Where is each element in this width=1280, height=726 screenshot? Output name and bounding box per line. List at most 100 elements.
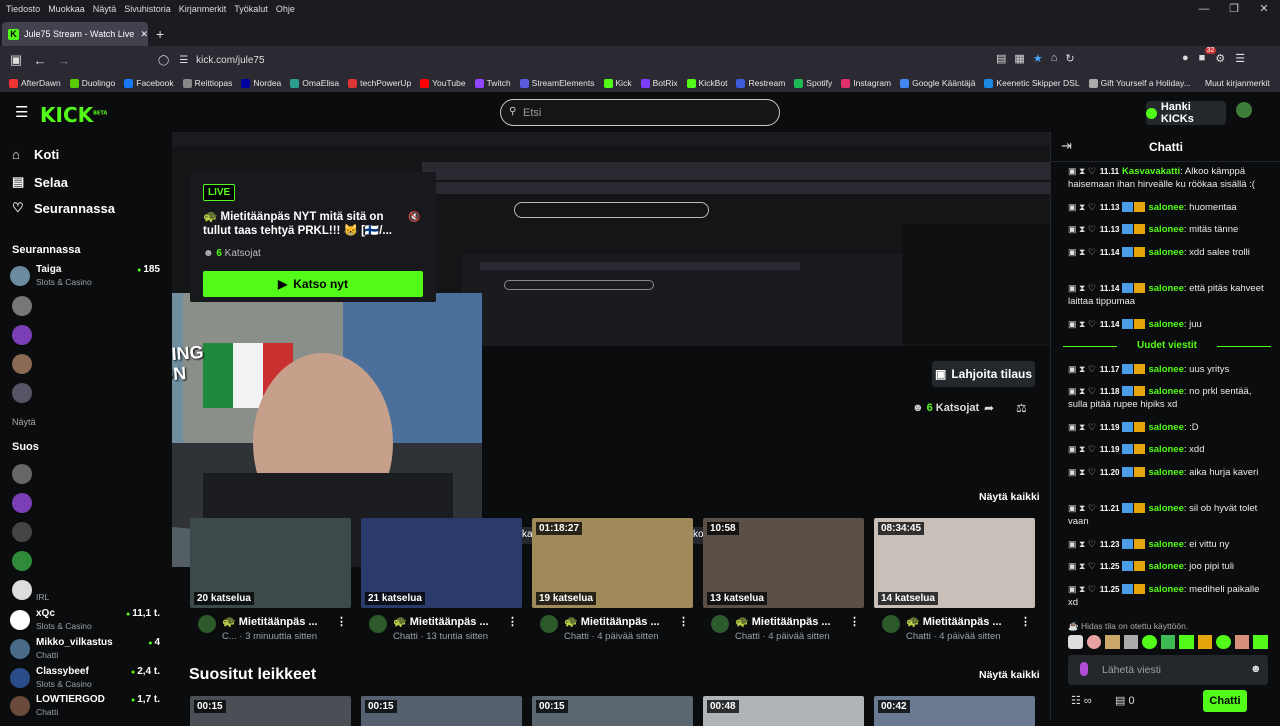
message-actions-icon[interactable]: ▣ ⧗ ♡ (1068, 467, 1096, 477)
bookmark-item[interactable]: KickBot (686, 78, 727, 88)
close-tab-icon[interactable]: ✕ (140, 29, 148, 40)
more-bookmarks-folder[interactable]: Muut kirjanmerkit (1205, 78, 1270, 88)
close-window-icon[interactable]: ✕ (1244, 0, 1280, 18)
message-actions-icon[interactable]: ▣ ⧗ ♡ (1068, 364, 1096, 374)
menu-item[interactable]: Tiedosto (6, 4, 40, 14)
emote-icon[interactable] (1216, 635, 1231, 649)
bookmark-item[interactable]: Duolingo (69, 78, 115, 88)
sidebar-channel-xqc[interactable]: xQc Slots & Casino 11,1 t. (10, 608, 160, 634)
message-actions-icon[interactable]: ▣ ⧗ ♡ (1068, 584, 1096, 594)
chat-message[interactable]: ▣ ⧗ ♡ 11.21 salonee: sil ob hyvät tolet va… (1068, 502, 1268, 528)
emote-icon[interactable] (1179, 635, 1194, 649)
video-title[interactable]: 🐢 Mietitäänpäs ... (735, 615, 831, 628)
bookmark-item[interactable]: Instagram (841, 78, 891, 88)
sidebar-channel-mikko[interactable]: Mikko_vilkastus Chatti 4 (10, 637, 160, 663)
live-preview-card[interactable]: LIVE 🐢 Mietitäänpäs NYT mitä sitä on tul… (190, 172, 436, 302)
clip-thumbnail[interactable]: 00:15 (532, 696, 693, 726)
avatar[interactable] (12, 383, 32, 403)
message-actions-icon[interactable]: ▣ ⧗ ♡ (1068, 444, 1096, 454)
message-username[interactable]: salonee (1148, 539, 1183, 550)
watch-now-button[interactable]: ▶ Katso nyt (203, 271, 423, 297)
bookmark-item[interactable]: Reittiopas (182, 78, 232, 88)
bookmark-item[interactable]: BotRix (640, 78, 678, 88)
reader-view-icon[interactable]: ▤ (996, 52, 1006, 65)
users-icon[interactable]: ☷ ∞ (1071, 694, 1092, 707)
bookmark-item[interactable]: YouTube (420, 78, 466, 88)
emote-icon[interactable] (1234, 635, 1250, 649)
chat-message[interactable]: ▣ ⧗ ♡ 11.23 salonee: ei vittu ny (1068, 538, 1268, 551)
chat-message[interactable]: ▣ ⧗ ♡ 11.19 salonee: xdd (1068, 443, 1268, 456)
videos-see-all-link[interactable]: Näytä kaikki (979, 491, 1040, 503)
tracking-shield-icon[interactable]: ◯ (158, 55, 169, 66)
message-actions-icon[interactable]: ▣ ⧗ ♡ (1068, 503, 1096, 513)
message-actions-icon[interactable]: ▣ ⧗ ♡ (1068, 386, 1096, 396)
nav-browse[interactable]: ▤ Selaa (12, 174, 68, 190)
home-icon[interactable]: ⌂ (1051, 52, 1058, 65)
message-actions-icon[interactable]: ▣ ⧗ ♡ (1068, 247, 1096, 257)
menu-item[interactable]: Näytä (93, 4, 117, 14)
chat-message[interactable]: ▣ ⧗ ♡ 11.14 salonee: että pitäs kahveet la… (1068, 282, 1268, 308)
avatar[interactable] (12, 354, 32, 374)
menu-hamburger-icon[interactable]: ☰ (15, 103, 28, 121)
video-thumbnail[interactable]: 21 katselua (361, 518, 522, 608)
get-kicks-button[interactable]: Hanki KICKs (1146, 101, 1226, 125)
chat-message[interactable]: ▣ ⧗ ♡ 11.20 salonee: aika hurja kaveri (1068, 466, 1268, 479)
bookmark-item[interactable]: StreamElements (519, 78, 595, 88)
emoji-picker-icon[interactable]: ☻ (1250, 663, 1262, 675)
sidebar-toggle-icon[interactable]: ▣ (4, 52, 28, 68)
message-actions-icon[interactable]: ▣ ⧗ ♡ (1068, 422, 1096, 432)
bookmark-item[interactable]: OmaElisa (290, 78, 339, 88)
message-actions-icon[interactable]: ▣ ⧗ ♡ (1068, 224, 1096, 234)
nav-following[interactable]: ♡ Seurannassa (12, 200, 115, 216)
video-options-icon[interactable]: ⋮ (507, 615, 518, 628)
video-thumbnail[interactable]: 08:34:45 14 katselua (874, 518, 1035, 608)
emote-icon[interactable] (1068, 635, 1083, 649)
muted-icon[interactable]: 🔇 (408, 212, 420, 223)
back-icon[interactable]: ← (28, 53, 52, 68)
bookmark-item[interactable]: Google Kääntäjä (900, 78, 975, 88)
url-bar[interactable]: ◯ ☰ kick.com/jule75 (150, 50, 1070, 70)
chat-message[interactable]: ▣ ⧗ ♡ 11.13 salonee: mitäs tänne (1068, 223, 1268, 236)
emote-icon[interactable] (1197, 635, 1213, 649)
browser-tab[interactable]: K Jule75 Stream - Watch Live on K ✕ (2, 22, 148, 46)
avatar[interactable] (12, 551, 32, 571)
message-username[interactable]: salonee (1148, 224, 1183, 235)
video-channel-avatar[interactable] (882, 615, 900, 633)
menu-item[interactable]: Sivuhistoria (124, 4, 171, 14)
video-title[interactable]: 🐢 Mietitäänpäs ... (564, 615, 660, 628)
user-avatar[interactable] (1236, 102, 1252, 118)
chat-message[interactable]: ▣ ⧗ ♡ 11.18 salonee: no prkl sentää, sulla… (1068, 385, 1268, 411)
message-username[interactable]: salonee (1148, 202, 1183, 213)
sidebar-channel-taiga[interactable]: Taiga Slots & Casino 185 (10, 264, 160, 290)
message-actions-icon[interactable]: ▣ ⧗ ♡ (1068, 283, 1096, 293)
reload-icon[interactable]: ↻ (1065, 52, 1074, 65)
video-thumbnail[interactable]: 20 katselua (190, 518, 351, 608)
clip-thumbnail[interactable]: 00:15 (190, 696, 351, 726)
video-title[interactable]: 🐢 Mietitäänpäs ... (222, 615, 318, 628)
chat-message[interactable]: ▣ ⧗ ♡ 11.17 salonee: uus yritys (1068, 363, 1268, 376)
message-username[interactable]: salonee (1148, 444, 1183, 455)
sidebar-channel-classybeef[interactable]: Classybeef Slots & Casino 2,4 t. (10, 666, 160, 692)
sidebar-channel-lowtiergod[interactable]: LOWTIERGOD Chatti 1,7 t. (10, 694, 160, 720)
emote-icon[interactable] (1142, 635, 1157, 649)
emote-icon[interactable] (1253, 635, 1269, 649)
menu-item[interactable]: Kirjanmerkit (179, 4, 227, 14)
bookmark-item[interactable]: Restream (736, 78, 785, 88)
avatar[interactable] (12, 464, 32, 484)
new-tab-icon[interactable]: + (156, 26, 164, 42)
video-thumbnail[interactable]: 01:18:27 19 katselua (532, 518, 693, 608)
bookmark-item[interactable]: Gift Yourself a Holiday... (1088, 78, 1191, 88)
video-options-icon[interactable]: ⋮ (678, 615, 689, 628)
message-username[interactable]: salonee (1148, 584, 1183, 595)
message-username[interactable]: salonee (1148, 503, 1183, 514)
share-icon[interactable]: ➦ (984, 401, 994, 415)
menu-item[interactable]: Työkalut (234, 4, 268, 14)
message-actions-icon[interactable]: ▣ ⧗ ♡ (1068, 561, 1096, 571)
avatar[interactable] (12, 522, 32, 542)
forward-icon[interactable]: → (52, 53, 76, 68)
message-username[interactable]: salonee (1148, 386, 1183, 397)
bookmark-item[interactable]: AfterDawn (9, 78, 61, 88)
clips-see-all-link[interactable]: Näytä kaikki (979, 669, 1040, 681)
video-channel-avatar[interactable] (369, 615, 387, 633)
video-thumbnail[interactable]: 10:58 13 katselua (703, 518, 864, 608)
